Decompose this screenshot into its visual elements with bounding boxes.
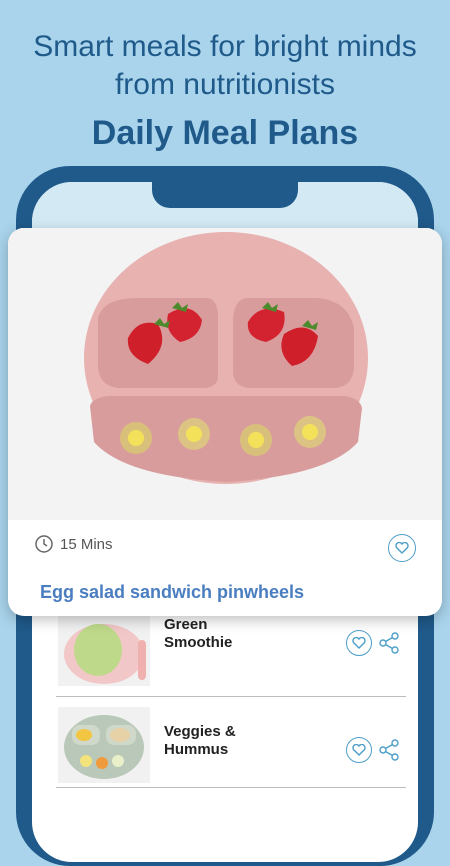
clock-icon [35, 535, 53, 553]
featured-recipe-title: Egg salad sandwich pinwheels [40, 582, 305, 602]
headline: Smart meals for bright minds from nutrit… [0, 28, 450, 156]
share-icon[interactable] [378, 739, 400, 761]
headline-title: Daily Meal Plans [91, 114, 359, 152]
veggies-hummus-thumbnail [58, 707, 150, 783]
list-item-actions [346, 630, 400, 656]
card-favorite-button[interactable] [388, 534, 416, 562]
phone-notch [152, 182, 298, 208]
featured-recipe-card[interactable]: 15 Mins Egg salad sandwich pinwheels [8, 228, 442, 616]
featured-recipe-image [8, 228, 442, 520]
duration-text: 15 Mins [60, 535, 113, 553]
headline-line-1: Smart meals for bright minds [33, 30, 417, 63]
recipe-list: Green Smoothie Veggies & Hummus [56, 610, 406, 788]
list-item[interactable]: Green Smoothie [56, 610, 406, 697]
list-item-actions [346, 737, 400, 763]
list-item-title: Green Smoothie [164, 616, 233, 651]
heart-icon [395, 542, 409, 554]
card-duration: 15 Mins [34, 534, 113, 554]
favorite-button[interactable] [346, 737, 372, 763]
list-item-title: Veggies & Hummus [164, 723, 236, 758]
heart-icon [352, 637, 366, 649]
green-smoothie-thumbnail [58, 610, 150, 686]
heart-icon [352, 744, 366, 756]
headline-line-2: from nutritionists [114, 68, 336, 101]
favorite-button[interactable] [346, 630, 372, 656]
list-item[interactable]: Veggies & Hummus [56, 701, 406, 788]
share-icon[interactable] [378, 632, 400, 654]
